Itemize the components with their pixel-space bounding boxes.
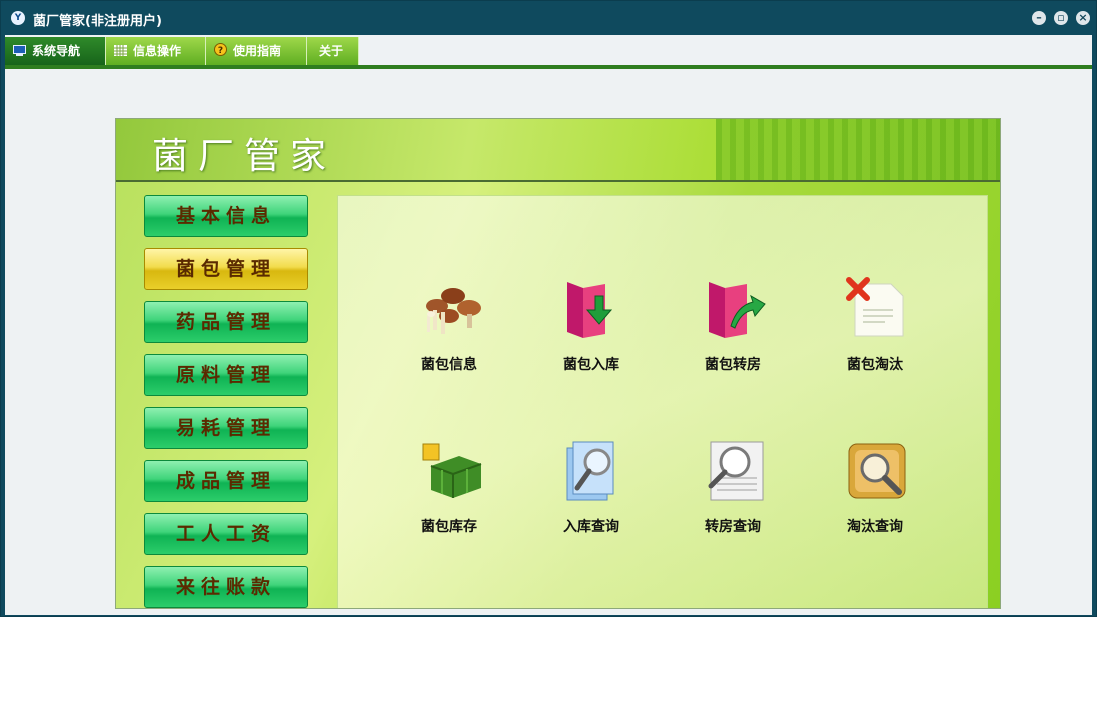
tile-spawn-bag-elimination[interactable]: 菌包淘汰 bbox=[815, 276, 935, 396]
function-area: 菌包信息 菌包入库 菌包转房 菌包淘汰 菌包库存 入库查询 转房查询 淘汰查询 bbox=[337, 195, 988, 608]
box-search-icon bbox=[845, 438, 909, 502]
monitor-icon bbox=[13, 38, 26, 56]
scroll-search-icon bbox=[703, 438, 767, 502]
nav-accounts[interactable]: 来往账款 bbox=[144, 566, 308, 608]
restore-button[interactable]: ▫ bbox=[1054, 11, 1068, 25]
nav-consumables-management[interactable]: 易耗管理 bbox=[144, 407, 308, 449]
cubes-icon bbox=[419, 438, 483, 502]
tile-label: 菌包转房 bbox=[705, 357, 761, 373]
app-window: Y 菌厂管家(非注册用户) – ▫ × 系统导航 信息操作 ? 使用指南 关于 … bbox=[0, 0, 1097, 617]
panel-title: 菌厂管家 bbox=[152, 136, 337, 177]
help-icon: ? bbox=[214, 38, 227, 56]
tile-label: 菌包淘汰 bbox=[847, 357, 903, 373]
grid-icon bbox=[114, 38, 127, 56]
menu-item-about[interactable]: 关于 bbox=[307, 37, 359, 65]
nav-spawn-bag-management[interactable]: 菌包管理 bbox=[144, 248, 308, 290]
minimize-button[interactable]: – bbox=[1032, 11, 1046, 25]
menu-item-info-ops[interactable]: 信息操作 bbox=[106, 37, 206, 65]
nav-basic-info[interactable]: 基本信息 bbox=[144, 195, 308, 237]
delete-document-icon bbox=[845, 276, 909, 340]
nav-medicine-management[interactable]: 药品管理 bbox=[144, 301, 308, 343]
title-bar: Y 菌厂管家(非注册用户) – ▫ × bbox=[1, 1, 1096, 35]
header-divider bbox=[116, 180, 1000, 182]
tile-spawn-bag-inventory[interactable]: 菌包库存 bbox=[389, 438, 509, 558]
main-panel: 菌厂管家 基本信息 菌包管理 药品管理 原料管理 易耗管理 成品管理 工人工资 … bbox=[115, 118, 1001, 609]
nav-worker-wages[interactable]: 工人工资 bbox=[144, 513, 308, 555]
document-search-icon bbox=[561, 438, 625, 502]
menu-item-label: 信息操作 bbox=[133, 44, 182, 58]
svg-text:?: ? bbox=[218, 46, 223, 56]
tile-stock-in-query[interactable]: 入库查询 bbox=[531, 438, 651, 558]
mushrooms-icon bbox=[419, 276, 483, 340]
tile-label: 菌包入库 bbox=[563, 357, 619, 373]
tile-elimination-query[interactable]: 淘汰查询 bbox=[815, 438, 935, 558]
tile-spawn-bag-transfer[interactable]: 菌包转房 bbox=[673, 276, 793, 396]
close-button[interactable]: × bbox=[1076, 11, 1090, 25]
tile-label: 入库查询 bbox=[563, 519, 619, 535]
menu-item-label: 关于 bbox=[319, 44, 344, 58]
menu-bar: 系统导航 信息操作 ? 使用指南 关于 bbox=[5, 35, 1092, 69]
tile-spawn-bag-stock-in[interactable]: 菌包入库 bbox=[531, 276, 651, 396]
menu-item-user-guide[interactable]: ? 使用指南 bbox=[206, 37, 307, 65]
nav-raw-material-management[interactable]: 原料管理 bbox=[144, 354, 308, 396]
nav-finished-goods-management[interactable]: 成品管理 bbox=[144, 460, 308, 502]
folder-transfer-icon bbox=[703, 276, 767, 340]
menu-item-label: 系统导航 bbox=[32, 44, 81, 58]
folder-in-icon bbox=[561, 276, 625, 340]
tile-label: 菌包信息 bbox=[421, 357, 477, 373]
menu-item-system-nav[interactable]: 系统导航 bbox=[5, 37, 106, 65]
tile-label: 转房查询 bbox=[705, 519, 761, 535]
tile-transfer-query[interactable]: 转房查询 bbox=[673, 438, 793, 558]
window-title: 菌厂管家(非注册用户) bbox=[33, 14, 162, 29]
tile-spawn-bag-info[interactable]: 菌包信息 bbox=[389, 276, 509, 396]
app-icon: Y bbox=[11, 11, 25, 25]
tile-label: 淘汰查询 bbox=[847, 519, 903, 535]
menu-item-label: 使用指南 bbox=[233, 44, 282, 58]
tile-label: 菌包库存 bbox=[421, 519, 477, 535]
